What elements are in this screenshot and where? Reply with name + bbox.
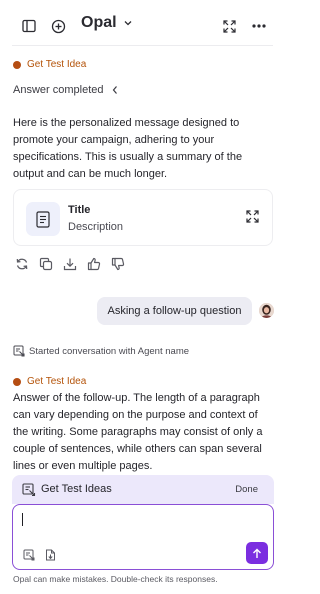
document-icon — [26, 202, 60, 236]
document-description: Description — [68, 221, 124, 233]
chevron-down-icon — [123, 18, 133, 28]
agent-message: Here is the personalized message designe… — [13, 117, 243, 180]
agent-dot-icon — [13, 377, 21, 386]
agent-started-text: Started conversation with Agent name — [29, 345, 190, 357]
agent-tag-label: Get Test Idea — [27, 59, 87, 70]
done-button[interactable]: Done — [235, 484, 258, 495]
document-card[interactable]: Title Description — [13, 189, 273, 246]
copy-icon[interactable] — [39, 257, 53, 271]
sidebar-toggle-icon[interactable] — [19, 16, 39, 36]
attach-file-icon[interactable] — [45, 549, 57, 561]
brand-name: Opal — [81, 14, 117, 31]
arrow-up-icon — [253, 548, 261, 558]
agent-selector[interactable]: Opal — [81, 14, 133, 32]
expand-icon[interactable] — [219, 16, 239, 36]
text-caret — [22, 513, 23, 526]
document-title: Title — [68, 204, 91, 216]
user-avatar — [259, 303, 274, 318]
suggestion-bar[interactable]: Get Test Ideas Done — [12, 475, 274, 504]
agent-started-notice: Started conversation with Agent name — [13, 345, 189, 357]
message-actions — [15, 257, 125, 271]
disclaimer: Opal can make mistakes. Double-check its… — [13, 574, 218, 584]
header-divider — [12, 45, 273, 46]
suggestion-label: Get Test Ideas — [41, 483, 112, 495]
agent-tool-icon[interactable] — [23, 549, 35, 561]
answer-status-label: Answer completed — [13, 84, 104, 96]
agent-followup-message: Answer of the follow-up. The length of a… — [13, 392, 263, 472]
user-message-bubble: Asking a follow-up question — [97, 297, 252, 325]
send-button[interactable] — [246, 542, 268, 564]
user-message-text: Asking a follow-up question — [107, 305, 242, 317]
agent-tag-label: Get Test Idea — [27, 376, 87, 387]
agent-handoff-icon — [13, 345, 25, 357]
thumbs-down-icon[interactable] — [111, 257, 125, 271]
composer: Get Test Ideas Done — [12, 475, 274, 570]
agent-tag-second: Get Test Idea — [13, 376, 86, 387]
message-input[interactable] — [12, 504, 274, 570]
agent-dot-icon — [13, 60, 21, 69]
new-chat-icon[interactable] — [48, 16, 68, 36]
answer-status-toggle[interactable]: Answer completed — [13, 84, 119, 96]
thumbs-up-icon[interactable] — [87, 257, 101, 271]
suggestion-icon — [22, 483, 36, 497]
expand-document-icon[interactable] — [246, 210, 262, 226]
regenerate-icon[interactable] — [15, 257, 29, 271]
more-options-icon[interactable] — [249, 16, 269, 36]
download-icon[interactable] — [63, 257, 77, 271]
top-bar: Opal — [0, 0, 289, 50]
agent-tag: Get Test Idea — [13, 59, 86, 70]
chevron-left-icon — [111, 85, 119, 95]
